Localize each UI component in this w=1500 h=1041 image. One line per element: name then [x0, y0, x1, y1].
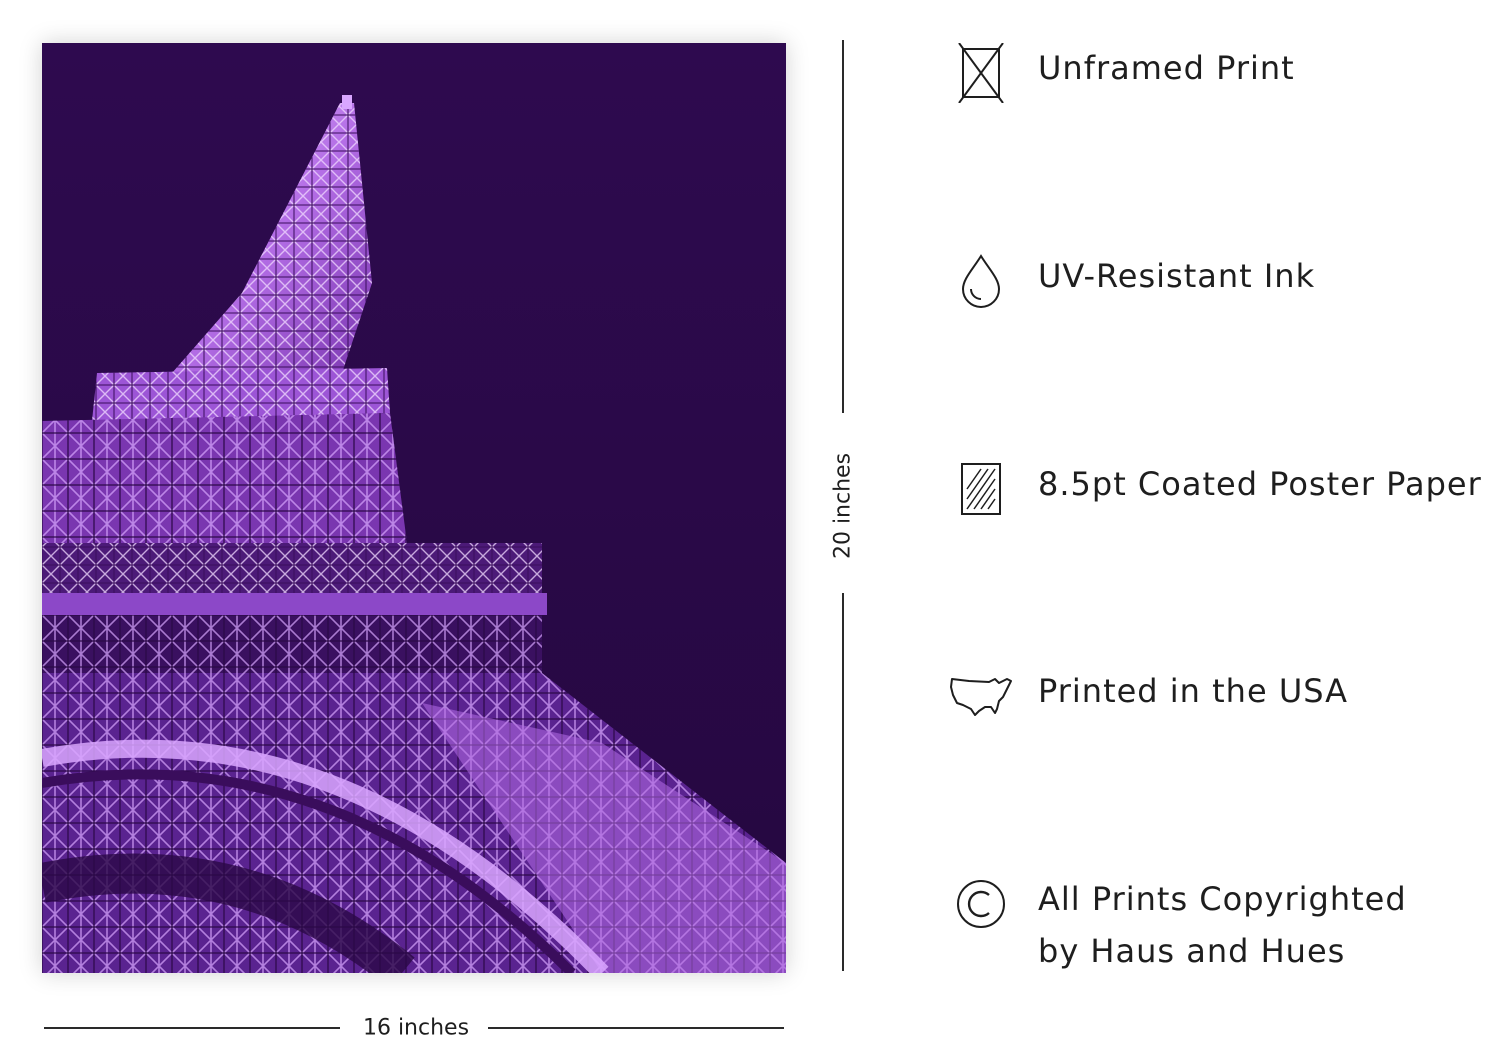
feature-label: All Prints Copyrighted by Haus and Hues	[1038, 873, 1407, 977]
feature-unframed: Unframed Print	[948, 42, 1295, 104]
feature-uv-ink: UV-Resistant Ink	[948, 250, 1315, 312]
feature-label: 8.5pt Coated Poster Paper	[1038, 465, 1482, 503]
eiffel-tower-illustration	[42, 43, 786, 973]
usa-map-icon	[948, 665, 1014, 727]
feature-label-line2: by Haus and Hues	[1038, 932, 1346, 970]
unframed-box-icon	[948, 42, 1014, 104]
width-dimension-line-left	[44, 1027, 340, 1029]
height-dimension-line-bottom	[842, 593, 844, 971]
feature-copyright: All Prints Copyrighted by Haus and Hues	[948, 873, 1407, 977]
width-dimension-label: 16 inches	[362, 1015, 470, 1041]
feature-label: UV-Resistant Ink	[1038, 257, 1316, 295]
feature-usa: Printed in the USA	[948, 665, 1348, 727]
copyright-icon	[948, 873, 1014, 935]
poster-image	[42, 43, 786, 973]
paper-texture-icon	[948, 458, 1014, 520]
feature-paper: 8.5pt Coated Poster Paper	[948, 458, 1482, 520]
feature-label: Printed in the USA	[1038, 672, 1349, 710]
feature-label: Unframed Print	[1038, 49, 1295, 87]
height-dimension-label: 20 inches	[830, 452, 856, 560]
height-dimension-line-top	[842, 40, 844, 413]
ink-drop-icon	[948, 250, 1014, 312]
feature-label-line1: All Prints Copyrighted	[1038, 880, 1407, 918]
width-dimension-line-right	[488, 1027, 784, 1029]
